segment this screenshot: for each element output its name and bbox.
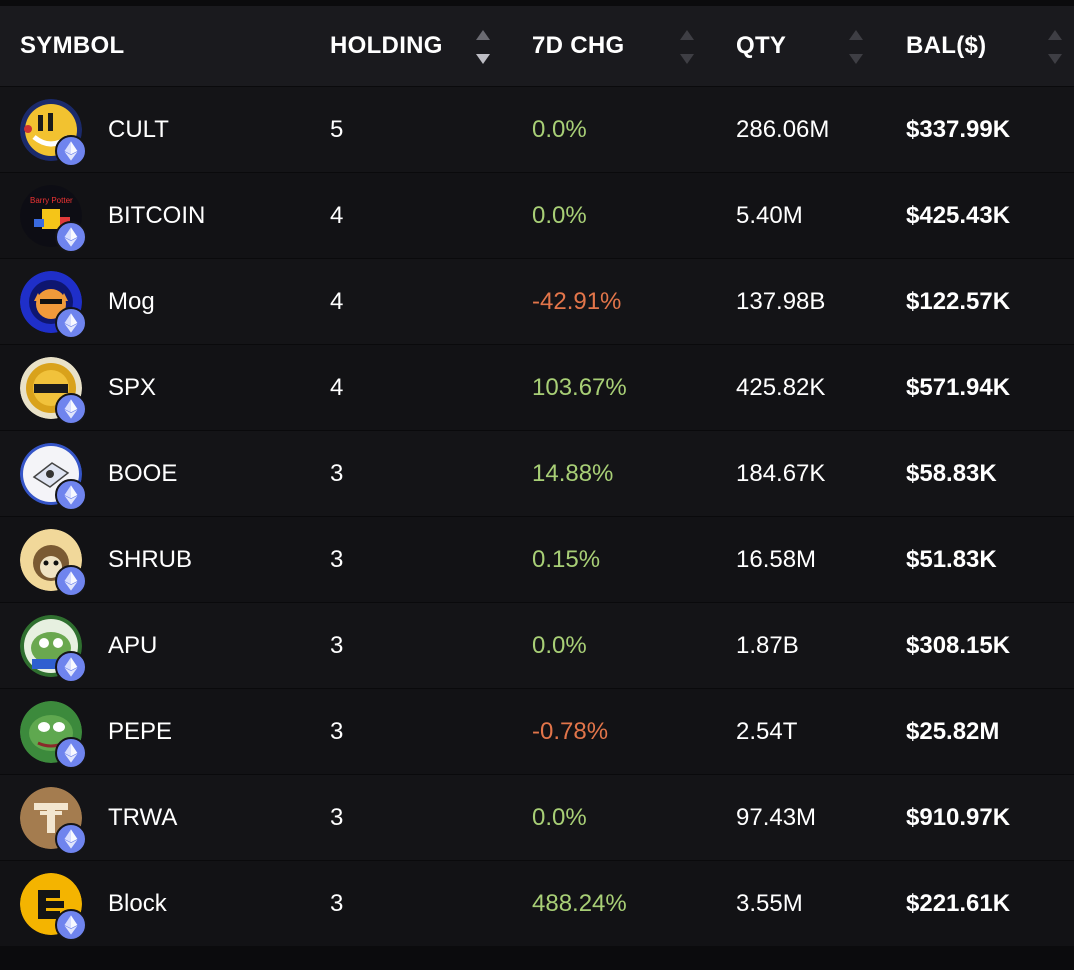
table-row[interactable]: BOOE 3 14.88% 184.67K $58.83K: [0, 430, 1074, 516]
quantity: 1.87B: [736, 632, 799, 659]
header-qty[interactable]: QTY: [736, 6, 786, 86]
table-row[interactable]: SHRUB 3 0.15% 16.58M $51.83K: [0, 516, 1074, 602]
quantity: 425.82K: [736, 374, 826, 401]
header-holding[interactable]: HOLDING: [330, 6, 443, 86]
quantity: 97.43M: [736, 804, 817, 831]
seven-day-change: 0.15%: [532, 546, 601, 573]
token-symbol: SHRUB: [108, 546, 193, 573]
seven-day-change: 0.0%: [532, 632, 587, 659]
seven-day-change: 488.24%: [532, 890, 627, 917]
table-row[interactable]: CULT 5 0.0% 286.06M $337.99K: [0, 86, 1074, 172]
holding-count: 5: [330, 116, 344, 143]
holding-count: 3: [330, 546, 344, 573]
header-balance[interactable]: BAL($): [906, 6, 986, 86]
table-row[interactable]: PEPE 3 -0.78% 2.54T $25.82M: [0, 688, 1074, 774]
table-row[interactable]: Block 3 488.24% 3.55M $221.61K: [0, 860, 1074, 946]
token-symbol: SPX: [108, 374, 157, 401]
ethereum-chain-icon: [55, 307, 87, 339]
ethereum-chain-icon: [55, 909, 87, 941]
seven-day-change: -42.91%: [532, 288, 622, 315]
seven-day-change: 103.67%: [532, 374, 627, 401]
ethereum-chain-icon: [55, 651, 87, 683]
table-row[interactable]: SPX 4 103.67% 425.82K $571.94K: [0, 344, 1074, 430]
balance-usd: $58.83K: [906, 460, 997, 487]
token-symbol: CULT: [108, 116, 169, 143]
holding-count: 4: [330, 202, 344, 229]
ethereum-chain-icon: [55, 823, 87, 855]
balance-usd: $425.43K: [906, 202, 1011, 229]
table-row[interactable]: TRWA 3 0.0% 97.43M $910.97K: [0, 774, 1074, 860]
sort-holding-icon[interactable]: [475, 30, 491, 64]
svg-text:Barry Potter: Barry Potter: [30, 196, 73, 205]
token-symbol: BITCOIN: [108, 202, 206, 229]
ethereum-chain-icon: [55, 737, 87, 769]
seven-day-change: -0.78%: [532, 718, 609, 745]
seven-day-change: 0.0%: [532, 804, 587, 831]
token-symbol: TRWA: [108, 804, 178, 831]
holding-count: 3: [330, 804, 344, 831]
holding-count: 3: [330, 718, 344, 745]
quantity: 184.67K: [736, 460, 826, 487]
token-symbol: APU: [108, 632, 158, 659]
balance-usd: $221.61K: [906, 890, 1011, 917]
holding-count: 3: [330, 632, 344, 659]
balance-usd: $122.57K: [906, 288, 1011, 315]
ethereum-chain-icon: [55, 135, 87, 167]
quantity: 5.40M: [736, 202, 803, 229]
ethereum-chain-icon: [55, 393, 87, 425]
token-symbol: Mog: [108, 288, 155, 315]
quantity: 2.54T: [736, 718, 798, 745]
quantity: 16.58M: [736, 546, 817, 573]
sort-balance-icon[interactable]: [1047, 30, 1063, 64]
sort-chg-icon[interactable]: [679, 30, 695, 64]
header-symbol[interactable]: SYMBOL: [20, 6, 124, 86]
ethereum-chain-icon: [55, 221, 87, 253]
quantity: 3.55M: [736, 890, 803, 917]
quantity: 286.06M: [736, 116, 830, 143]
balance-usd: $25.82M: [906, 718, 1000, 745]
token-symbol: BOOE: [108, 460, 178, 487]
token-symbol: PEPE: [108, 718, 173, 745]
ethereum-chain-icon: [55, 565, 87, 597]
table-row[interactable]: APU 3 0.0% 1.87B $308.15K: [0, 602, 1074, 688]
holding-count: 4: [330, 374, 344, 401]
balance-usd: $910.97K: [906, 804, 1011, 831]
sort-qty-icon[interactable]: [848, 30, 864, 64]
holdings-table: SYMBOL HOLDING 7D CHG QTY BAL($) CULT 5 …: [0, 6, 1074, 946]
table-row[interactable]: Mog 4 -42.91% 137.98B $122.57K: [0, 258, 1074, 344]
seven-day-change: 14.88%: [532, 460, 614, 487]
seven-day-change: 0.0%: [532, 202, 587, 229]
holding-count: 3: [330, 890, 344, 917]
holding-count: 4: [330, 288, 344, 315]
holding-count: 3: [330, 460, 344, 487]
balance-usd: $51.83K: [906, 546, 997, 573]
table-header: SYMBOL HOLDING 7D CHG QTY BAL($): [0, 6, 1074, 86]
token-symbol: Block: [108, 890, 167, 917]
balance-usd: $337.99K: [906, 116, 1011, 143]
table-row[interactable]: Barry Potter BITCOIN 4 0.0% 5.40M $425.4…: [0, 172, 1074, 258]
balance-usd: $571.94K: [906, 374, 1011, 401]
ethereum-chain-icon: [55, 479, 87, 511]
balance-usd: $308.15K: [906, 632, 1011, 659]
table-body: CULT 5 0.0% 286.06M $337.99K Barry Potte…: [0, 86, 1074, 946]
seven-day-change: 0.0%: [532, 116, 587, 143]
header-7d-chg[interactable]: 7D CHG: [532, 6, 624, 86]
quantity: 137.98B: [736, 288, 826, 315]
